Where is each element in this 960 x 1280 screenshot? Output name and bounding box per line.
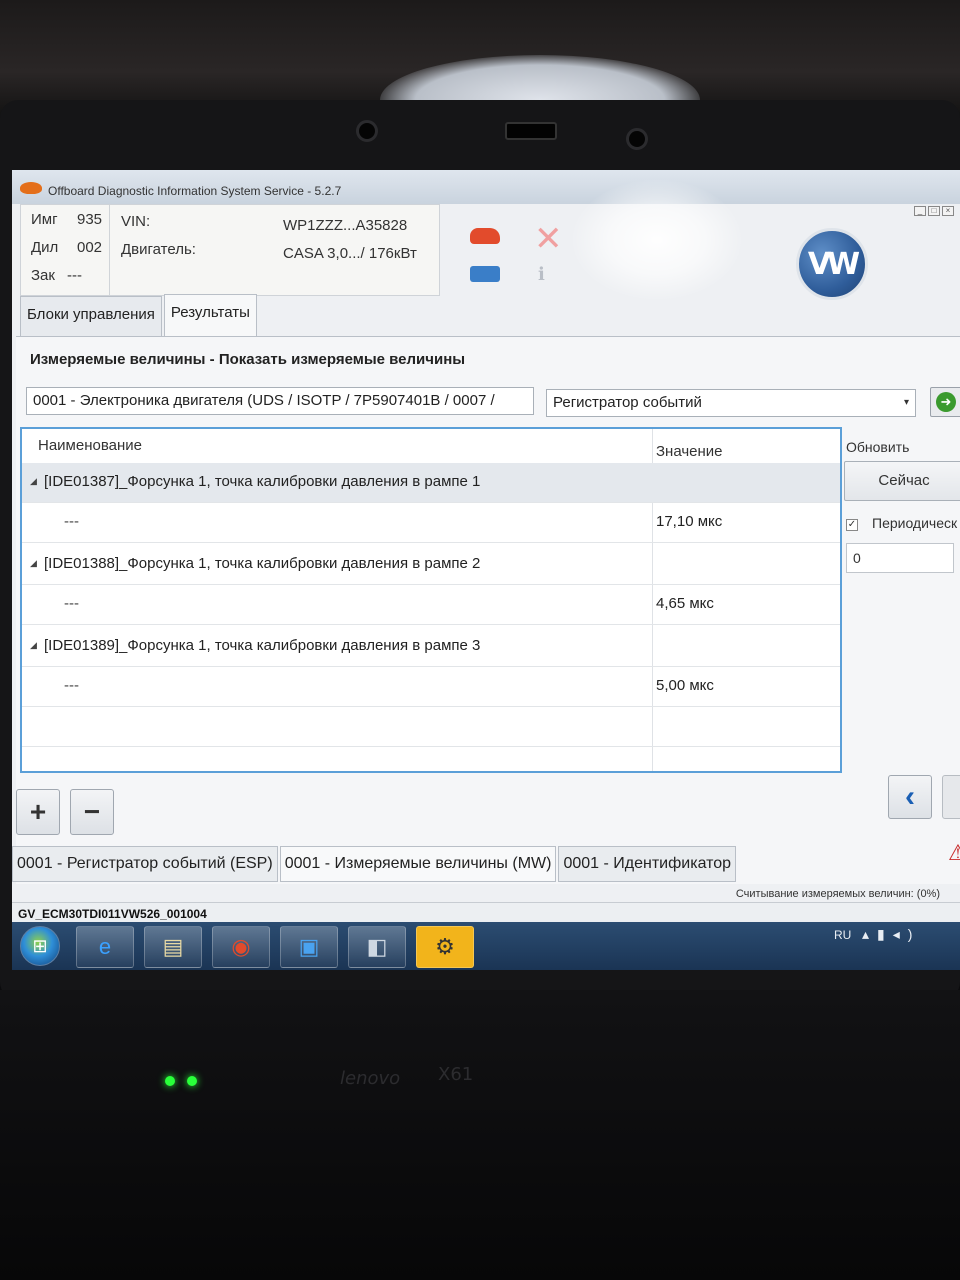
periodic-checkbox[interactable]: ✓ bbox=[846, 519, 858, 531]
row-value: 17,10 мкс bbox=[656, 513, 723, 530]
zak-label: Зак bbox=[31, 267, 55, 284]
content-panel: Измеряемые величины - Показать измеряемы… bbox=[16, 336, 960, 884]
system-tray-icons[interactable]: ▴▮◂) bbox=[862, 926, 920, 943]
table-group-row[interactable]: ◢ [IDE01387]_Форсунка 1, точка калибровк… bbox=[22, 463, 840, 503]
periodic-label: Периодическ bbox=[872, 515, 958, 531]
laptop-base bbox=[0, 990, 960, 1280]
vin-label: VIN: bbox=[121, 213, 151, 230]
row-name: --- bbox=[64, 677, 79, 694]
vw-logo-text: VW bbox=[807, 246, 860, 282]
close-button[interactable]: × bbox=[942, 206, 954, 216]
car-icon[interactable] bbox=[470, 228, 500, 244]
progress-text: Считывание измеряемых величин: (0%) bbox=[735, 888, 940, 900]
maximize-button[interactable]: □ bbox=[928, 206, 940, 216]
mode-select[interactable]: Регистратор событий ▾ bbox=[546, 389, 916, 417]
table-row[interactable]: --- 5,00 мкс bbox=[22, 667, 840, 707]
back-button[interactable]: ‹ bbox=[888, 775, 932, 819]
img-label: Имг bbox=[31, 211, 58, 228]
remote-app-icon[interactable]: ◧ bbox=[348, 926, 406, 968]
screen: Offboard Diagnostic Information System S… bbox=[12, 170, 960, 970]
table-row[interactable]: --- 17,10 мкс bbox=[22, 503, 840, 543]
bezel-screw bbox=[626, 128, 648, 150]
forward-button[interactable] bbox=[942, 775, 960, 819]
language-indicator[interactable]: RU bbox=[834, 928, 851, 942]
remove-button[interactable]: − bbox=[70, 789, 114, 835]
start-button[interactable]: ⊞ bbox=[20, 926, 60, 966]
chrome-icon[interactable]: ◉ bbox=[212, 926, 270, 968]
power-led bbox=[165, 1076, 175, 1086]
refresh-now-button[interactable]: Сейчас bbox=[844, 461, 960, 501]
window-title: Offboard Diagnostic Information System S… bbox=[48, 184, 342, 198]
ecu-select[interactable]: 0001 - Электроника двигателя (UDS / ISOT… bbox=[26, 387, 534, 415]
section-title: Измеряемые величины - Показать измеряемы… bbox=[30, 351, 466, 368]
table-row[interactable]: --- 4,65 мкс bbox=[22, 585, 840, 625]
row-value: 4,65 мкс bbox=[656, 595, 714, 612]
table-group-row[interactable]: ◢ [IDE01389]_Форсунка 1, точка калибровк… bbox=[22, 627, 840, 667]
status-icons: ✕ ℹ bbox=[462, 220, 582, 290]
collapse-triangle-icon[interactable]: ◢ bbox=[30, 558, 37, 569]
main-tabs: Блоки управления Результаты bbox=[20, 294, 259, 336]
tab-control-units[interactable]: Блоки управления bbox=[20, 296, 162, 336]
title-bar: Offboard Diagnostic Information System S… bbox=[12, 170, 960, 204]
group-name: [IDE01388]_Форсунка 1, точка калибровки … bbox=[44, 555, 481, 572]
row-name: --- bbox=[64, 513, 79, 530]
group-name: [IDE01387]_Форсунка 1, точка калибровки … bbox=[44, 473, 481, 490]
usb-icon[interactable] bbox=[470, 266, 500, 282]
tab-event-recorder[interactable]: 0001 - Регистратор событий (ESP) bbox=[12, 846, 278, 882]
ie-icon[interactable]: e bbox=[76, 926, 134, 968]
save-app-icon[interactable]: ▣ bbox=[280, 926, 338, 968]
zak-value: --- bbox=[67, 267, 82, 284]
taskbar: ⊞ e ▤ ◉ ▣ ◧ ⚙ RU ▴▮◂) bbox=[12, 922, 960, 970]
tab-measured-values[interactable]: 0001 - Измеряемые величины (MW) bbox=[279, 846, 557, 882]
column-header-value[interactable]: Значение bbox=[656, 443, 723, 460]
tab-results[interactable]: Результаты bbox=[163, 294, 257, 336]
go-button[interactable]: ➜ bbox=[930, 387, 960, 417]
dil-value: 002 bbox=[77, 239, 103, 256]
mode-select-value: Регистратор событий bbox=[553, 394, 702, 411]
arrow-right-icon: ➜ bbox=[936, 392, 956, 412]
engine-value: CASA 3,0.../ 176кВт bbox=[283, 245, 417, 262]
collapse-triangle-icon[interactable]: ◢ bbox=[30, 476, 37, 487]
chevron-down-icon: ▾ bbox=[903, 397, 909, 408]
odis-engine-icon[interactable]: ⚙ bbox=[416, 926, 474, 968]
vin-value: WP1ZZZ...A35828 bbox=[283, 217, 408, 234]
app-icon bbox=[20, 182, 42, 194]
cancel-x-icon[interactable]: ✕ bbox=[534, 222, 563, 256]
table-group-row[interactable]: ◢ [IDE01388]_Форсунка 1, точка калибровк… bbox=[22, 545, 840, 585]
battery-led bbox=[187, 1076, 197, 1086]
collapse-triangle-icon[interactable]: ◢ bbox=[30, 640, 37, 651]
interval-input[interactable]: 0 bbox=[846, 543, 954, 573]
row-value: 5,00 мкс bbox=[656, 677, 714, 694]
status-session-id: GV_ECM30TDI011VW526_001004 bbox=[18, 907, 207, 921]
brand-label: lenovo bbox=[340, 1068, 401, 1089]
row-name: --- bbox=[64, 595, 79, 612]
column-header-name[interactable]: Наименование bbox=[38, 437, 142, 454]
table-empty-row bbox=[22, 707, 840, 747]
add-button[interactable]: + bbox=[16, 789, 60, 835]
tab-identifier[interactable]: 0001 - Идентификатор bbox=[558, 846, 737, 882]
dil-label: Дил bbox=[31, 239, 59, 256]
bottom-tabs: 0001 - Регистратор событий (ESP) 0001 - … bbox=[12, 846, 738, 884]
lid-latch bbox=[505, 122, 557, 140]
bezel-screw bbox=[356, 120, 378, 142]
refresh-label: Обновить bbox=[846, 439, 910, 455]
vehicle-info-panel: Имг 935 Дил 002 Зак --- VIN: WP1ZZZ...A3… bbox=[20, 204, 440, 296]
status-bar: GV_ECM30TDI011VW526_001004 bbox=[12, 902, 960, 924]
divider bbox=[109, 205, 110, 295]
group-name: [IDE01389]_Форсунка 1, точка калибровки … bbox=[44, 637, 481, 654]
window-controls: _ □ × bbox=[914, 206, 954, 216]
explorer-icon[interactable]: ▤ bbox=[144, 926, 202, 968]
info-icon[interactable]: ℹ bbox=[538, 264, 545, 285]
measured-values-table: Наименование Значение ◢ [IDE01387]_Форсу… bbox=[20, 427, 842, 773]
model-label: X61 bbox=[438, 1064, 474, 1085]
warning-icon[interactable]: ⚠ bbox=[948, 840, 960, 866]
engine-label: Двигатель: bbox=[121, 241, 196, 258]
img-value: 935 bbox=[77, 211, 103, 228]
vw-logo: VW bbox=[796, 228, 868, 300]
minimize-button[interactable]: _ bbox=[914, 206, 926, 216]
